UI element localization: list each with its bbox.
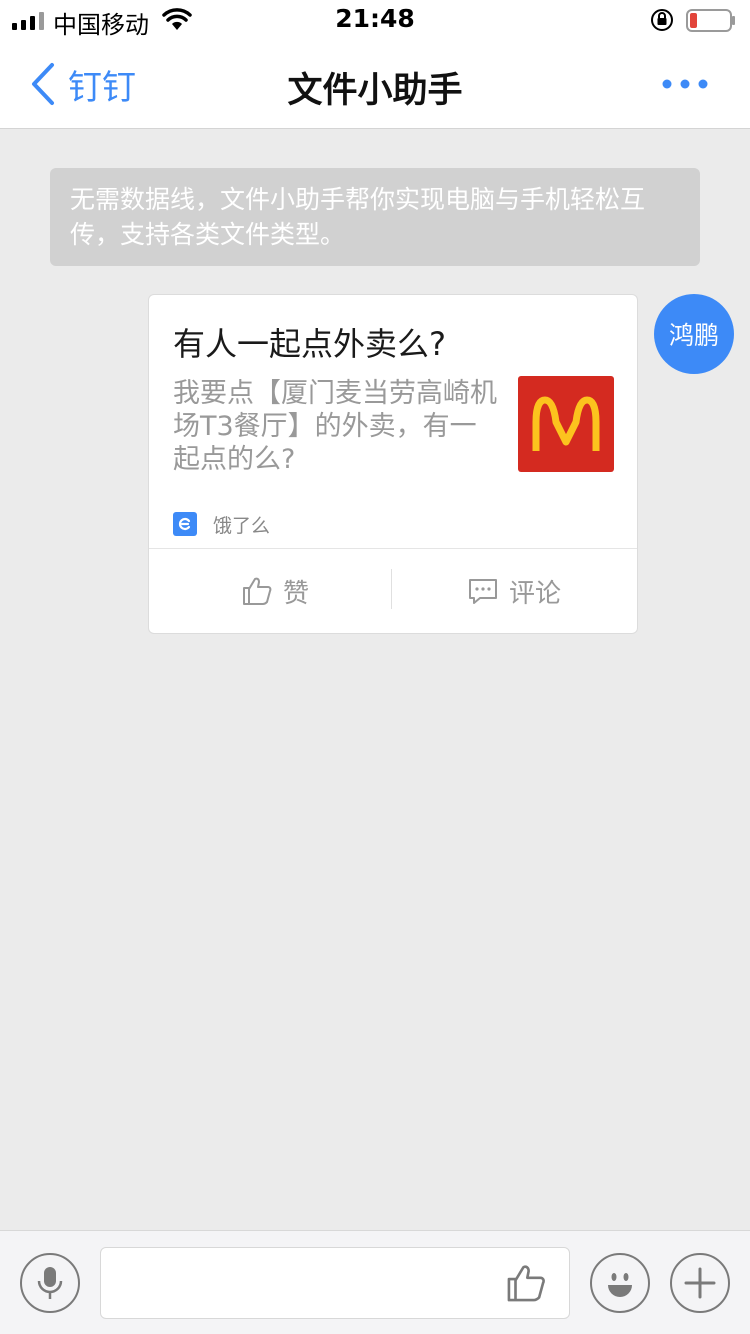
voice-button[interactable]	[20, 1253, 80, 1313]
source-label: 饿了么	[213, 514, 271, 537]
wifi-icon	[162, 8, 192, 30]
battery-icon	[686, 9, 735, 32]
like-label: 赞	[283, 578, 310, 609]
status-bar: 中国移动 21:48	[0, 0, 750, 40]
card-description: 我要点【厦门麦当劳高崎机场T3餐厅】的外卖，有一起点的么?	[173, 378, 497, 475]
add-button[interactable]	[670, 1253, 730, 1313]
input-bar	[0, 1230, 750, 1334]
emoji-button[interactable]	[590, 1253, 650, 1313]
nav-bar: 钉钉 文件小助手	[0, 40, 750, 129]
card-source: 饿了么	[173, 511, 270, 537]
shared-link-card[interactable]: 有人一起点外卖么? 我要点【厦门麦当劳高崎机场T3餐厅】的外卖，有一起点的么? …	[148, 294, 638, 634]
rotation-lock-icon	[651, 9, 673, 31]
comment-icon	[469, 579, 497, 604]
card-title: 有人一起点外卖么?	[173, 325, 446, 363]
comment-label: 评论	[509, 578, 562, 609]
more-options-icon[interactable]	[660, 74, 710, 94]
microphone-icon	[37, 1267, 63, 1299]
arches-icon	[532, 396, 600, 451]
mcdonalds-logo-icon	[518, 376, 614, 472]
thumbs-up-icon[interactable]	[505, 1262, 547, 1304]
message-input[interactable]	[100, 1247, 570, 1319]
thumbs-up-icon	[243, 577, 272, 605]
chevron-left-icon	[32, 63, 54, 105]
like-button[interactable]: 赞	[241, 549, 309, 633]
card-actions: 赞 评论	[149, 549, 637, 633]
eleme-icon	[173, 512, 197, 536]
carrier-label: 中国移动	[53, 11, 149, 39]
back-label: 钉钉	[68, 67, 136, 108]
smiley-icon	[608, 1273, 632, 1297]
avatar[interactable]: 鸿鹏	[654, 294, 734, 374]
plus-icon	[684, 1267, 716, 1299]
back-button[interactable]: 钉钉	[30, 60, 136, 108]
signal-icon	[12, 12, 44, 30]
system-tip: 无需数据线，文件小助手帮你实现电脑与手机轻松互传，支持各类文件类型。	[50, 168, 700, 266]
comment-button[interactable]: 评论	[467, 549, 561, 633]
action-separator	[391, 569, 392, 609]
